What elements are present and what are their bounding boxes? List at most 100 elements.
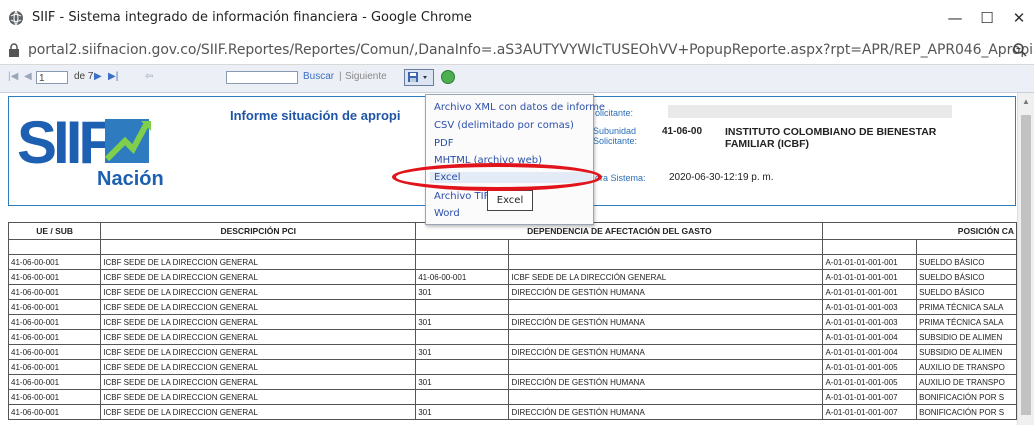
find-separator: | <box>339 71 342 82</box>
subunidad-label: Subunidad <box>593 126 637 136</box>
page-total-label: de 7 <box>74 71 94 82</box>
column-header: POSICIÓN CA <box>822 222 1017 240</box>
table-cell: 41-06-00-001 <box>7 329 102 345</box>
table-row: 41-06-00-001 ICBF SEDE DE LA DIRECCION GE… <box>7 389 1017 405</box>
table-cell: BONIFICACIÓN POR S <box>916 404 1017 420</box>
table-cell <box>415 299 510 315</box>
table-cell: 41-06-00-001 <box>7 404 102 420</box>
table-row: 41-06-00-001 ICBF SEDE DE LA DIRECCION GE… <box>7 344 1017 360</box>
logo-subtext: Nación <box>97 168 164 189</box>
save-disk-icon <box>408 72 427 82</box>
table-cell <box>415 254 510 270</box>
menu-item-pdf[interactable]: PDF <box>434 138 453 149</box>
table-cell: A-01-01-01-001-001 <box>822 284 918 300</box>
report-title: Informe situación de apropi <box>230 108 401 123</box>
report-toolbar: |◀ ◀ 1 de 7 ▶ ▶| ⇦ Buscar | Siguiente <box>0 65 1034 93</box>
excel-tooltip: Excel <box>487 190 533 211</box>
system-time-value: 2020-06-30-12:19 p. m. <box>669 172 774 183</box>
column-header: DESCRIPCIÓN PCI <box>100 222 417 240</box>
scroll-thumb[interactable] <box>1021 115 1031 415</box>
table-cell: 41-06-00-001 <box>7 314 102 330</box>
table-cell: ICBF SEDE DE LA DIRECCION GENERAL <box>100 329 417 345</box>
table-cell: 301 <box>415 344 510 360</box>
find-input[interactable] <box>226 71 298 84</box>
table-row: 41-06-00-001 ICBF SEDE DE LA DIRECCION GE… <box>7 269 1017 285</box>
table-cell <box>415 329 510 345</box>
logo-text: SIIF <box>17 109 113 176</box>
minimize-button[interactable]: — <box>940 6 970 30</box>
column-header: DEPENDENCIA DE AFECTACIÓN DEL GASTO <box>415 222 824 240</box>
table-cell: BONIFICACIÓN POR S <box>916 389 1017 405</box>
first-page-icon[interactable]: |◀ <box>8 71 18 82</box>
table-cell: AUXILIO DE TRANSPO <box>916 359 1017 375</box>
table-cell: ICBF SEDE DE LA DIRECCION GENERAL <box>100 374 417 390</box>
table-cell: A-01-01-01-001-001 <box>822 269 918 285</box>
zoom-icon[interactable] <box>1012 42 1028 58</box>
table-cell: 41-06-00-001 <box>7 344 102 360</box>
refresh-icon[interactable] <box>441 70 455 84</box>
scroll-up-icon[interactable]: ▲ <box>1022 97 1030 106</box>
menu-item-tiff[interactable]: Archivo TIFF <box>434 191 495 202</box>
table-spacer-row <box>7 239 1017 255</box>
table-cell: A-01-01-01-001-003 <box>822 314 918 330</box>
table-cell: ICBF SEDE DE LA DIRECCION GENERAL <box>100 299 417 315</box>
table-cell: ICBF SEDE DE LA DIRECCION GENERAL <box>100 404 417 420</box>
find-next-link[interactable]: Siguiente <box>345 71 387 82</box>
globe-icon <box>9 10 23 26</box>
table-cell: 41-06-00-001 <box>7 359 102 375</box>
table-cell: AUXILIO DE TRANSPO <box>916 374 1017 390</box>
table-cell: DIRECCIÓN DE GESTIÓN HUMANA <box>508 284 824 300</box>
siif-logo: SIIF Nación <box>17 109 164 189</box>
table-cell: PRIMA TÉCNICA SALA <box>916 299 1017 315</box>
prev-page-icon[interactable]: ◀ <box>24 71 32 82</box>
table-cell: A-01-01-01-001-003 <box>822 299 918 315</box>
table-row: 41-06-00-001 ICBF SEDE DE LA DIRECCION GE… <box>7 299 1017 315</box>
back-icon[interactable]: ⇦ <box>145 71 153 82</box>
solicitante-value <box>668 105 952 118</box>
menu-item-word[interactable]: Word <box>434 208 460 219</box>
table-cell <box>508 299 824 315</box>
lock-icon <box>9 43 19 57</box>
table-cell: SUELDO BÁSICO <box>916 254 1017 270</box>
table-cell <box>508 359 824 375</box>
table-cell <box>415 359 510 375</box>
url-text[interactable]: portal2.siifnacion.gov.co/SIIF.Reportes/… <box>28 42 1034 58</box>
table-row: 41-06-00-001 ICBF SEDE DE LA DIRECCION GE… <box>7 329 1017 345</box>
address-bar[interactable]: portal2.siifnacion.gov.co/SIIF.Reportes/… <box>0 36 1034 65</box>
system-time-label: ora Sistema: <box>595 173 646 183</box>
table-cell: A-01-01-01-001-007 <box>822 389 918 405</box>
table-cell: ICBF SEDE DE LA DIRECCION GENERAL <box>100 344 417 360</box>
page-number-input[interactable]: 1 <box>36 71 68 84</box>
table-cell: ICBF SEDE DE LA DIRECCION GENERAL <box>100 314 417 330</box>
maximize-button[interactable]: ☐ <box>972 6 1002 30</box>
table-cell: ICBF SEDE DE LA DIRECCION GENERAL <box>100 254 417 270</box>
subunidad-code: 41-06-00 <box>662 126 703 137</box>
table-cell: PRIMA TÉCNICA SALA <box>916 314 1017 330</box>
vertical-scrollbar[interactable]: ▲ <box>1017 93 1034 425</box>
last-page-icon[interactable]: ▶| <box>108 71 118 82</box>
table-cell: A-01-01-01-001-005 <box>822 359 918 375</box>
table-row: 41-06-00-001 ICBF SEDE DE LA DIRECCION GE… <box>7 254 1017 270</box>
table-cell: SUBSIDIO DE ALIMEN <box>916 329 1017 345</box>
window-title: SIIF - Sistema integrado de información … <box>32 10 472 25</box>
next-page-icon[interactable]: ▶ <box>94 71 102 82</box>
table-cell: ICBF SEDE DE LA DIRECCIÓN GENERAL <box>508 269 824 285</box>
table-cell: DIRECCIÓN DE GESTIÓN HUMANA <box>508 404 824 420</box>
menu-item-csv[interactable]: CSV (delimitado por comas) <box>434 120 574 131</box>
table-cell: A-01-01-01-001-001 <box>822 254 918 270</box>
table-cell: ICBF SEDE DE LA DIRECCION GENERAL <box>100 284 417 300</box>
table-row: 41-06-00-001 ICBF SEDE DE LA DIRECCION GE… <box>7 284 1017 300</box>
table-body: 41-06-00-001 ICBF SEDE DE LA DIRECCION GE… <box>7 254 1017 420</box>
table-cell: ICBF SEDE DE LA DIRECCION GENERAL <box>100 269 417 285</box>
table-cell: 41-06-00-001 <box>415 269 510 285</box>
export-button[interactable] <box>404 69 434 86</box>
close-button[interactable]: ✕ <box>1004 6 1034 30</box>
table-cell: ICBF SEDE DE LA DIRECCION GENERAL <box>100 359 417 375</box>
table-cell: 301 <box>415 314 510 330</box>
table-cell <box>508 389 824 405</box>
menu-item-xml[interactable]: Archivo XML con datos de informe <box>434 102 605 113</box>
find-link[interactable]: Buscar <box>303 71 334 82</box>
table-cell: 41-06-00-001 <box>7 284 102 300</box>
column-header: UE / SUB <box>7 222 102 240</box>
entity-name: INSTITUTO COLOMBIANO DE BIENESTAR FAMILI… <box>725 126 937 150</box>
